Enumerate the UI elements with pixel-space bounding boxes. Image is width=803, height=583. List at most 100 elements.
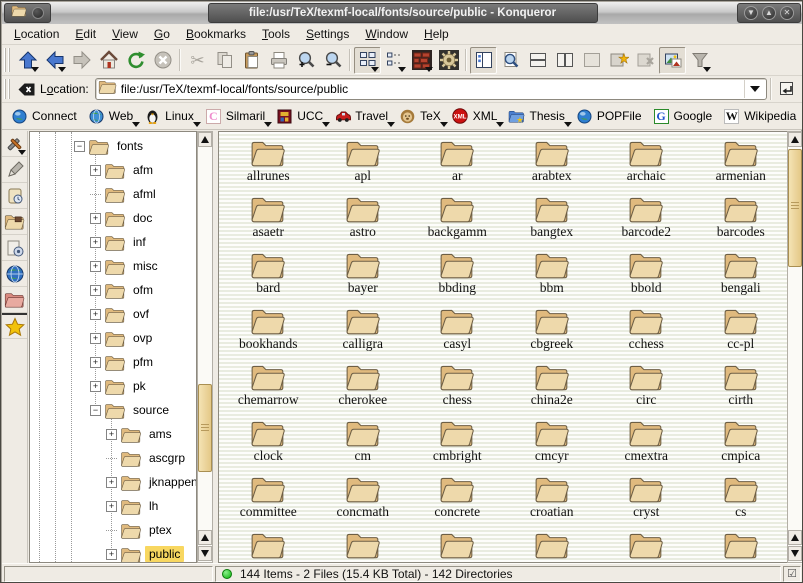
- folder-item-bard[interactable]: bard: [221, 250, 316, 306]
- folder-item-cmpica[interactable]: cmpica: [694, 418, 788, 474]
- sidebar-network-globe-icon[interactable]: [2, 261, 27, 287]
- main-scrollbar[interactable]: [787, 131, 803, 563]
- minimize-button-icon[interactable]: ▼: [744, 6, 758, 20]
- tree-expander-plus-icon[interactable]: +: [90, 213, 101, 224]
- folder-item-circ[interactable]: circ: [599, 362, 694, 418]
- tree-expander-plus-icon[interactable]: +: [90, 381, 101, 392]
- up-button[interactable]: [14, 47, 41, 74]
- tree-item-pk[interactable]: + pk: [30, 374, 196, 398]
- folder-item-china2e[interactable]: china2e: [505, 362, 600, 418]
- folder-item-bbm[interactable]: bbm: [505, 250, 600, 306]
- tree-item-source[interactable]: − source: [30, 398, 196, 422]
- tree-scroll-up-icon[interactable]: [198, 132, 212, 147]
- bookmark-thesis[interactable]: ★Thesis: [504, 106, 571, 127]
- show-sidebar-button[interactable]: [470, 47, 497, 74]
- folder-item-armenian[interactable]: armenian: [694, 138, 788, 194]
- folder-item-cmcyr[interactable]: cmcyr: [505, 418, 600, 474]
- tree-expander-plus-icon[interactable]: +: [106, 549, 117, 560]
- toolbar-grip[interactable]: [4, 79, 11, 100]
- tree-scrollbar[interactable]: [197, 131, 213, 563]
- toolbar-grip[interactable]: [4, 48, 11, 72]
- bookmark-web[interactable]: Web: [84, 106, 140, 127]
- sidebar-bookmarks-star-icon[interactable]: [2, 313, 27, 339]
- bookmark-dropdown-icon[interactable]: [496, 122, 504, 127]
- close-button-icon[interactable]: ✕: [780, 6, 794, 20]
- folder-item-bayer[interactable]: bayer: [316, 250, 411, 306]
- menu-tools[interactable]: Tools: [254, 25, 298, 43]
- sidebar-configure-icon[interactable]: [2, 131, 27, 157]
- folder-item-concmath[interactable]: concmath: [316, 474, 411, 530]
- copy-button[interactable]: [211, 47, 238, 74]
- status-grip-icon[interactable]: ☑: [783, 566, 801, 582]
- bookmark-ucc[interactable]: UCC: [272, 106, 330, 127]
- folder-item-croatian[interactable]: croatian: [505, 474, 600, 530]
- tree-item-ascgrp[interactable]: ascgrp: [30, 446, 196, 470]
- bookmark-tex[interactable]: TeX: [395, 106, 448, 127]
- tree-expander-plus-icon[interactable]: +: [90, 357, 101, 368]
- tree-item-ovf[interactable]: + ovf: [30, 302, 196, 326]
- tree-expander-plus-icon[interactable]: +: [90, 261, 101, 272]
- menu-go[interactable]: Go: [146, 25, 178, 43]
- tree-expander-plus-icon[interactable]: +: [90, 309, 101, 320]
- menu-help[interactable]: Help: [416, 25, 457, 43]
- bricks-dropdown-icon[interactable]: [425, 67, 433, 72]
- menu-location[interactable]: Location: [6, 25, 67, 43]
- tree-item-ofm[interactable]: + ofm: [30, 278, 196, 302]
- folder-item-apl[interactable]: apl: [316, 138, 411, 194]
- folder-item-cc-pl[interactable]: cc-pl: [694, 306, 788, 362]
- folder-item-cbgreek[interactable]: cbgreek: [505, 306, 600, 362]
- folder-item-cirth[interactable]: cirth: [694, 362, 788, 418]
- tree-scroll-thumb[interactable]: [198, 384, 212, 472]
- folder-item[interactable]: [221, 530, 316, 563]
- find-file-button[interactable]: [497, 47, 524, 74]
- bookmark-dropdown-icon[interactable]: [264, 122, 272, 127]
- new-tab-star-button[interactable]: ★: [605, 47, 632, 74]
- folder-item-cs[interactable]: cs: [694, 474, 788, 530]
- tree-scroll-down-icon[interactable]: [198, 546, 212, 561]
- folder-item[interactable]: [694, 530, 788, 563]
- sidebar-config-dropdown-icon[interactable]: [18, 150, 26, 155]
- title-bar[interactable]: file:/usr/TeX/texmf-local/fonts/source/p…: [2, 2, 803, 24]
- folder-item-chemarrow[interactable]: chemarrow: [221, 362, 316, 418]
- list-view-dropdown-icon[interactable]: [398, 67, 406, 72]
- folder-item-calligra[interactable]: calligra: [316, 306, 411, 362]
- close-tab-button[interactable]: [632, 47, 659, 74]
- cut-button[interactable]: ✂: [184, 47, 211, 74]
- folder-item[interactable]: [316, 530, 411, 563]
- image-preview-button[interactable]: [659, 47, 686, 74]
- sidebar-history-icon[interactable]: [2, 183, 27, 209]
- tree-item-afml[interactable]: afml: [30, 182, 196, 206]
- menu-view[interactable]: View: [104, 25, 146, 43]
- close-view-button[interactable]: [578, 47, 605, 74]
- tree-expander-plus-icon[interactable]: +: [106, 477, 117, 488]
- folder-item-cmextra[interactable]: cmextra: [599, 418, 694, 474]
- bookmark-dropdown-icon[interactable]: [564, 122, 572, 127]
- tree-scroll-up2-icon[interactable]: [198, 530, 212, 545]
- bookmark-bricks-button[interactable]: [408, 47, 435, 74]
- menu-settings[interactable]: Settings: [298, 25, 357, 43]
- tree-expander-plus-icon[interactable]: +: [90, 237, 101, 248]
- app-folder-icon[interactable]: [11, 4, 27, 22]
- folder-item-barcode2[interactable]: barcode2: [599, 194, 694, 250]
- home-button[interactable]: [95, 47, 122, 74]
- location-dropdown-icon[interactable]: [744, 80, 764, 98]
- bookmark-dropdown-icon[interactable]: [193, 122, 201, 127]
- folder-icon-view[interactable]: allrunes apl ar arabtex archaic armenian…: [218, 131, 787, 563]
- tree-expander-plus-icon[interactable]: +: [106, 501, 117, 512]
- main-scroll-up2-icon[interactable]: [788, 530, 802, 545]
- bookmark-linux[interactable]: Linux: [140, 106, 201, 127]
- split-top-bottom-button[interactable]: [524, 47, 551, 74]
- folder-item-bangtex[interactable]: bangtex: [505, 194, 600, 250]
- forward-button[interactable]: [68, 47, 95, 74]
- bookmark-dropdown-icon[interactable]: [322, 122, 330, 127]
- bookmark-dropdown-icon[interactable]: [387, 122, 395, 127]
- folder-item-arabtex[interactable]: arabtex: [505, 138, 600, 194]
- tree-item-doc[interactable]: + doc: [30, 206, 196, 230]
- bookmark-dropdown-icon[interactable]: [440, 122, 448, 127]
- folder-item-allrunes[interactable]: allrunes: [221, 138, 316, 194]
- bookmark-silmaril[interactable]: CSilmaril: [201, 106, 272, 127]
- bookmark-popfile[interactable]: POPFile: [572, 106, 649, 127]
- print-button[interactable]: [265, 47, 292, 74]
- bookmark-travel[interactable]: Travel: [330, 106, 395, 127]
- bookmark-wikipedia[interactable]: WWikipedia: [719, 106, 803, 127]
